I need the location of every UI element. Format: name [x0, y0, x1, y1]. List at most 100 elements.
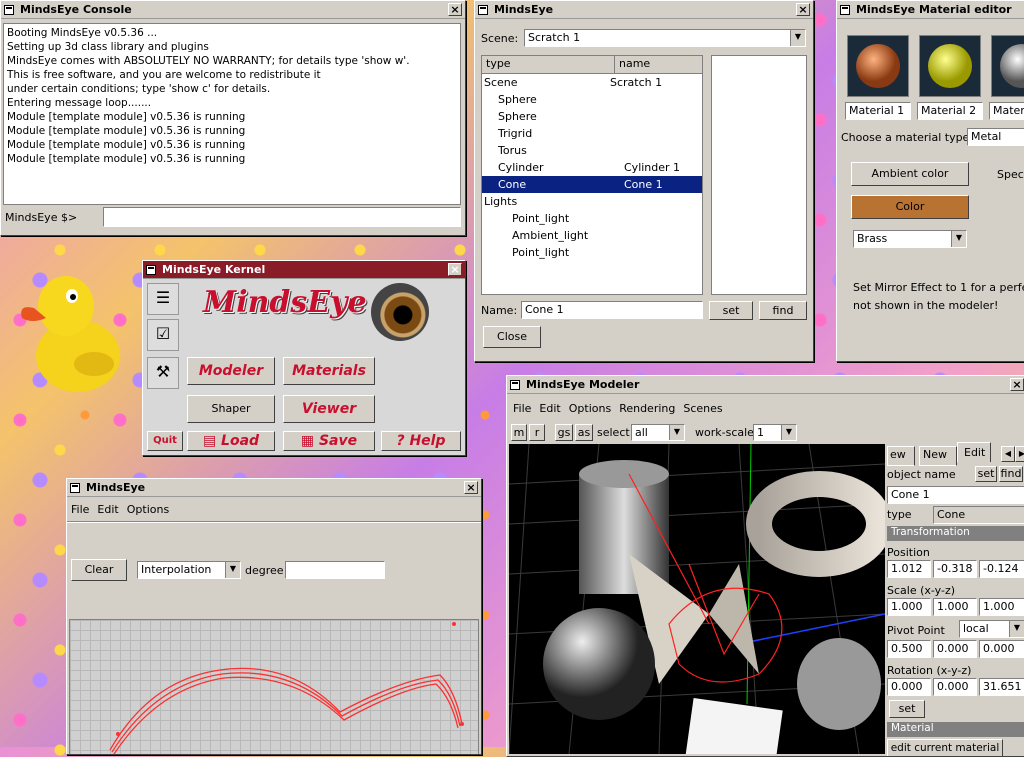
tree-row[interactable]: Point_light: [482, 244, 702, 261]
menu-file[interactable]: File: [513, 402, 531, 415]
scale-z[interactable]: 1.000: [979, 598, 1024, 616]
console-input[interactable]: [103, 207, 461, 227]
scale-x[interactable]: 1.000: [887, 598, 931, 616]
tree-row[interactable]: Trigrid: [482, 125, 702, 142]
window-menu-icon[interactable]: [146, 264, 156, 275]
kernel-tool-3[interactable]: ⚒: [147, 357, 179, 389]
tab-scroll-left[interactable]: ◀: [1001, 446, 1015, 462]
mode-gs-button[interactable]: gs: [555, 424, 573, 441]
material-titlebar[interactable]: MindsEye Material editor: [837, 1, 1024, 19]
interpolation-select[interactable]: Interpolation ▼: [137, 561, 241, 579]
menu-options[interactable]: Options: [569, 402, 611, 415]
close-button[interactable]: Close: [483, 326, 541, 348]
mode-m-button[interactable]: m: [511, 424, 527, 441]
find-button[interactable]: find: [759, 301, 807, 320]
menu-rendering[interactable]: Rendering: [619, 402, 675, 415]
menu-options[interactable]: Options: [127, 503, 169, 516]
pivot-x[interactable]: 0.500: [887, 640, 931, 658]
pivot-mode-select[interactable]: local ▼: [959, 620, 1024, 638]
edit-material-button[interactable]: edit current material: [887, 739, 1003, 756]
material-name-2[interactable]: Material 2: [917, 102, 983, 120]
tree-row[interactable]: Cone Cone 1: [482, 176, 702, 193]
scale-y[interactable]: 1.000: [933, 598, 977, 616]
column-header-type[interactable]: type: [482, 56, 615, 73]
material-preset-select[interactable]: Brass ▼: [853, 230, 967, 248]
name-input[interactable]: Cone 1: [521, 301, 703, 319]
material-type-input[interactable]: Metal: [967, 128, 1024, 146]
mode-r-button[interactable]: r: [529, 424, 545, 441]
chevron-down-icon[interactable]: ▼: [790, 30, 805, 46]
rotation-z[interactable]: 31.651: [979, 678, 1024, 696]
menu-edit[interactable]: Edit: [97, 503, 118, 516]
close-icon[interactable]: ×: [448, 3, 462, 16]
modeler-titlebar[interactable]: MindsEye Modeler ×: [507, 376, 1024, 394]
shaper-button[interactable]: Shaper: [187, 395, 275, 423]
close-icon[interactable]: ×: [1010, 378, 1024, 391]
quit-button[interactable]: Quit: [147, 431, 183, 451]
material-preview-3[interactable]: [991, 35, 1024, 97]
material-name-1[interactable]: Material 1: [845, 102, 911, 120]
transformation-header[interactable]: Transformation: [887, 526, 1024, 541]
color-button[interactable]: Color: [851, 195, 969, 219]
select-combo[interactable]: all ▼: [631, 424, 685, 441]
tree-row[interactable]: Sphere: [482, 108, 702, 125]
chevron-down-icon[interactable]: ▼: [225, 562, 240, 578]
save-button[interactable]: ▦ Save: [283, 431, 375, 451]
object-set-button[interactable]: set: [975, 466, 997, 482]
material-header[interactable]: Material: [887, 722, 1024, 737]
kernel-tool-2[interactable]: ☑: [147, 319, 179, 351]
set-button[interactable]: set: [709, 301, 753, 320]
column-header-name[interactable]: name: [615, 56, 702, 73]
transform-set-button[interactable]: set: [889, 700, 925, 718]
pivot-z[interactable]: 0.000: [979, 640, 1024, 658]
curve-canvas[interactable]: [69, 619, 479, 754]
window-menu-icon[interactable]: [510, 379, 520, 390]
tab-new[interactable]: New: [919, 446, 957, 466]
tree-row[interactable]: Ambient_light: [482, 227, 702, 244]
window-menu-icon[interactable]: [70, 482, 80, 493]
3d-viewport[interactable]: [509, 444, 885, 754]
tree-row[interactable]: Sphere: [482, 91, 702, 108]
window-menu-icon[interactable]: [478, 4, 488, 15]
window-menu-icon[interactable]: [4, 4, 14, 15]
tab-view[interactable]: ew: [887, 446, 915, 466]
menu-file[interactable]: File: [71, 503, 89, 516]
close-icon[interactable]: ×: [796, 3, 810, 16]
load-button[interactable]: ▤ Load: [187, 431, 275, 451]
tab-scroll-right[interactable]: ▶: [1015, 446, 1024, 462]
material-preview-1[interactable]: [847, 35, 909, 97]
tree-row[interactable]: Torus: [482, 142, 702, 159]
close-icon[interactable]: ×: [464, 481, 478, 494]
tree-row[interactable]: Cylinder Cylinder 1: [482, 159, 702, 176]
position-x[interactable]: 1.012: [887, 560, 931, 578]
rotation-x[interactable]: 0.000: [887, 678, 931, 696]
position-z[interactable]: -0.124: [979, 560, 1024, 578]
scene-titlebar[interactable]: MindsEye ×: [475, 1, 813, 19]
kernel-titlebar[interactable]: MindsEye Kernel ×: [143, 261, 465, 279]
materials-button[interactable]: Materials: [283, 357, 375, 385]
position-y[interactable]: -0.318: [933, 560, 977, 578]
menu-scenes[interactable]: Scenes: [683, 402, 722, 415]
kernel-tool-1[interactable]: ☰: [147, 283, 179, 315]
object-name-input[interactable]: Cone 1: [887, 486, 1024, 504]
mode-as-button[interactable]: as: [575, 424, 593, 441]
degree-input[interactable]: [285, 561, 385, 579]
menu-edit[interactable]: Edit: [539, 402, 560, 415]
rotation-y[interactable]: 0.000: [933, 678, 977, 696]
chevron-down-icon[interactable]: ▼: [669, 425, 684, 440]
material-name-3[interactable]: Mater: [989, 102, 1024, 120]
scene-select[interactable]: Scratch 1 ▼: [524, 29, 806, 47]
chevron-down-icon[interactable]: ▼: [781, 425, 796, 440]
tab-edit[interactable]: Edit: [957, 442, 991, 462]
chevron-down-icon[interactable]: ▼: [951, 231, 966, 247]
work-scale-combo[interactable]: 1 ▼: [753, 424, 797, 441]
ambient-color-button[interactable]: Ambient color: [851, 162, 969, 186]
tree-row[interactable]: Point_light: [482, 210, 702, 227]
tree-row[interactable]: Scene Scratch 1: [482, 74, 702, 91]
console-titlebar[interactable]: MindsEye Console ×: [1, 1, 465, 19]
close-icon[interactable]: ×: [448, 263, 462, 276]
tree-row[interactable]: Lights: [482, 193, 702, 210]
shaper-titlebar[interactable]: MindsEye ×: [67, 479, 481, 497]
chevron-down-icon[interactable]: ▼: [1009, 621, 1024, 637]
window-menu-icon[interactable]: [840, 4, 850, 15]
